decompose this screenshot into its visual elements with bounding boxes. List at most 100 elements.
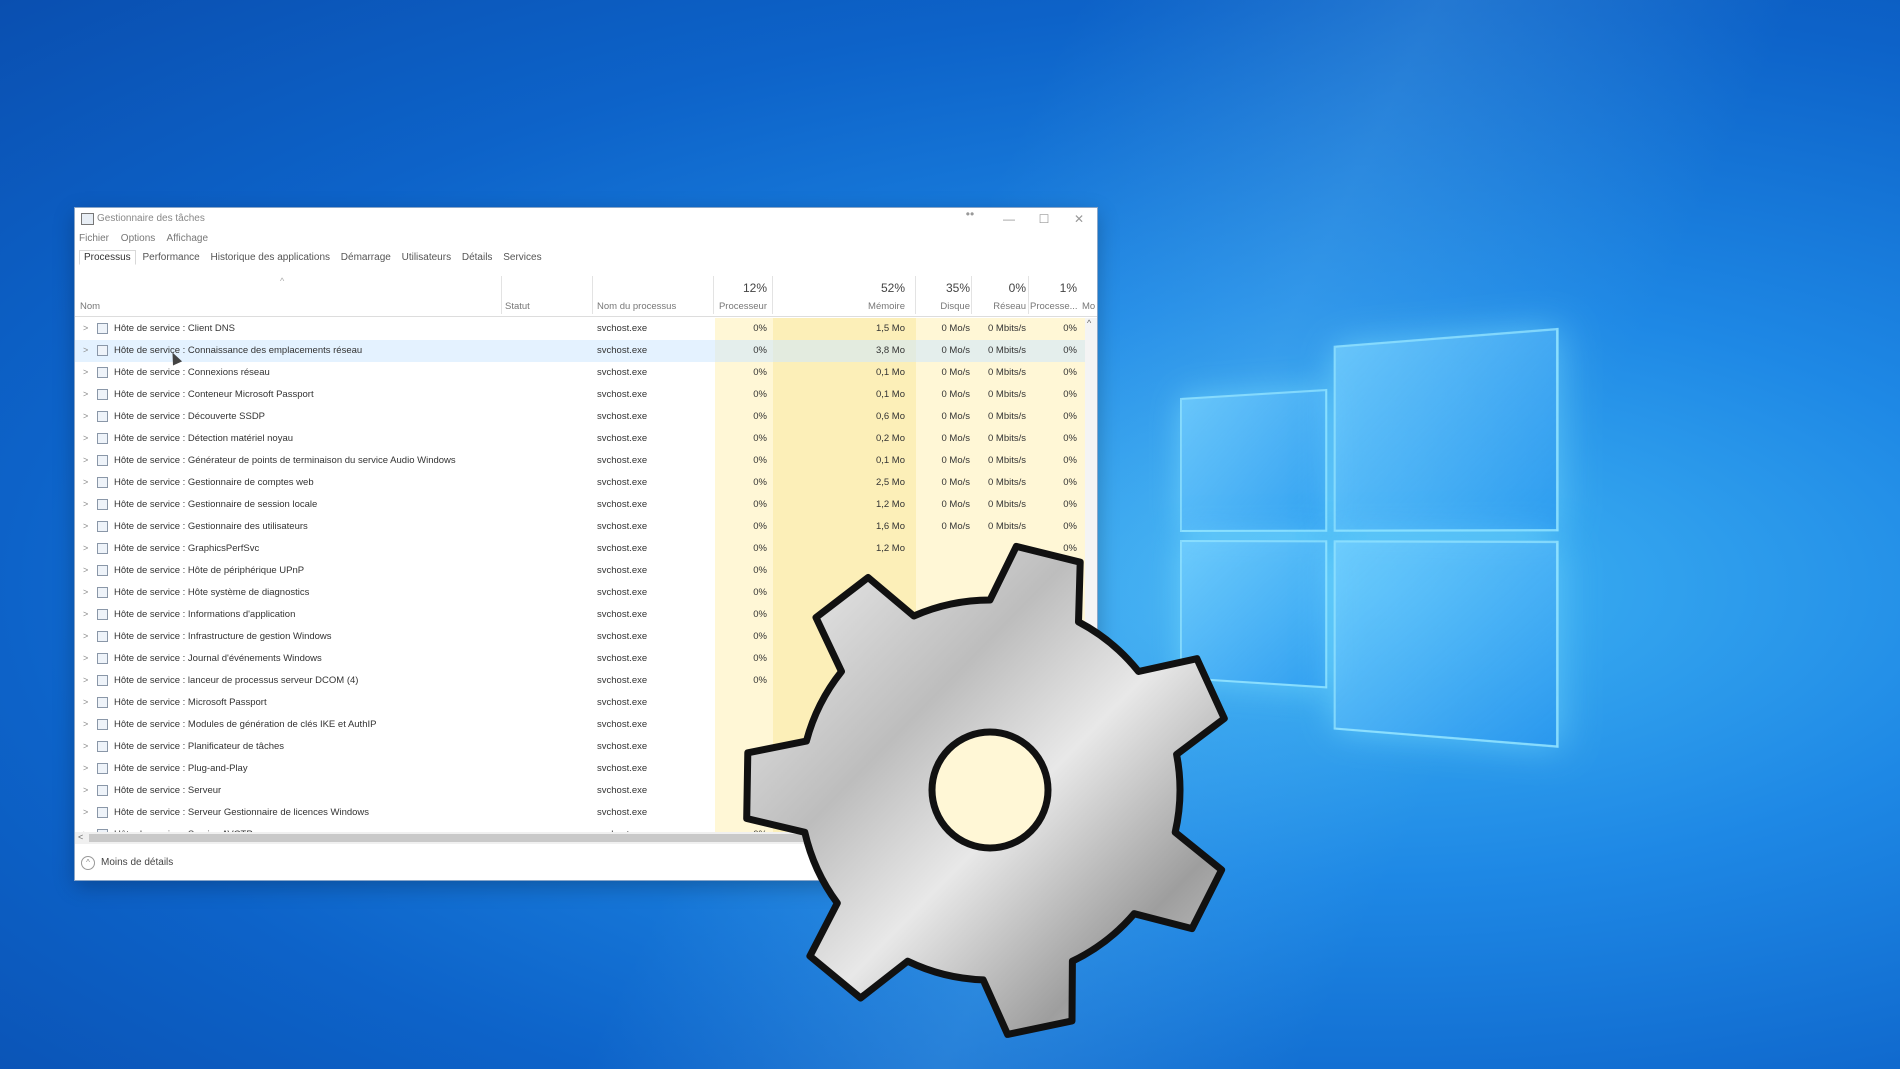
row-memory: 2,5 Mo: [773, 477, 905, 488]
row-name: Hôte de service : Connexions réseau: [114, 367, 270, 378]
minimize-button[interactable]: —: [992, 210, 1026, 228]
service-icon: [97, 719, 108, 730]
menu-fichier[interactable]: Fichier: [79, 233, 109, 244]
chevron-right-icon[interactable]: >: [83, 719, 88, 729]
col-disk[interactable]: Disque: [916, 301, 970, 312]
col-network[interactable]: Réseau: [972, 301, 1026, 312]
chevron-right-icon[interactable]: >: [83, 763, 88, 773]
row-process-name: svchost.exe: [597, 521, 647, 532]
col-gpu[interactable]: Processe...: [1030, 301, 1077, 312]
less-details-link[interactable]: Moins de détails: [101, 857, 173, 868]
row-name: Hôte de service : Hôte système de diagno…: [114, 587, 309, 598]
row-process-name: svchost.exe: [597, 477, 647, 488]
chevron-right-icon[interactable]: >: [83, 609, 88, 619]
service-icon: [97, 785, 108, 796]
logo-pane: [1334, 328, 1559, 532]
logo-pane: [1180, 389, 1327, 532]
chevron-right-icon[interactable]: >: [83, 807, 88, 817]
chevron-right-icon[interactable]: >: [83, 411, 88, 421]
service-icon: [97, 477, 108, 488]
col-process-name[interactable]: Nom du processus: [597, 301, 676, 312]
scroll-up-icon[interactable]: ^: [1087, 318, 1091, 328]
chevron-right-icon[interactable]: >: [83, 587, 88, 597]
service-icon: [97, 543, 108, 554]
service-icon: [97, 807, 108, 818]
column-separator[interactable]: [713, 276, 714, 314]
row-memory: 0,2 Mo: [773, 433, 905, 444]
menu-options[interactable]: Options: [121, 233, 155, 244]
col-more[interactable]: Mo: [1082, 301, 1095, 312]
scroll-left-icon[interactable]: <: [78, 832, 83, 842]
row-name: Hôte de service : Infrastructure de gest…: [114, 631, 332, 642]
chevron-right-icon[interactable]: >: [83, 477, 88, 487]
chevron-right-icon[interactable]: >: [83, 741, 88, 751]
row-disk: 0 Mo/s: [916, 389, 970, 400]
table-row[interactable]: > Hôte de service : Gestionnaire de sessi…: [75, 494, 1085, 516]
chevron-right-icon[interactable]: >: [83, 785, 88, 795]
chevron-up-icon[interactable]: ^: [81, 856, 95, 870]
tab-utilisateurs[interactable]: Utilisateurs: [398, 251, 455, 265]
table-row[interactable]: > Hôte de service : Gestionnaire de compt…: [75, 472, 1085, 494]
chevron-right-icon[interactable]: >: [83, 675, 88, 685]
service-icon: [97, 521, 108, 532]
row-cpu: 0%: [715, 323, 767, 334]
tab-processus[interactable]: Processus: [79, 250, 136, 265]
chevron-right-icon[interactable]: >: [83, 433, 88, 443]
chevron-right-icon[interactable]: >: [83, 389, 88, 399]
row-process-name: svchost.exe: [597, 609, 647, 620]
chevron-right-icon[interactable]: >: [83, 565, 88, 575]
row-process-name: svchost.exe: [597, 719, 647, 730]
service-icon: [97, 565, 108, 576]
tab-details[interactable]: Détails: [458, 251, 497, 265]
table-row[interactable]: > Hôte de service : Générateur de points …: [75, 450, 1085, 472]
gear-hole: [932, 732, 1048, 848]
column-separator[interactable]: [501, 276, 502, 314]
chevron-right-icon[interactable]: >: [83, 455, 88, 465]
chevron-right-icon[interactable]: >: [83, 631, 88, 641]
table-row[interactable]: > Hôte de service : Découverte SSDP svchos…: [75, 406, 1085, 428]
close-button[interactable]: ✕: [1062, 210, 1096, 228]
row-name: Hôte de service : Planificateur de tâche…: [114, 741, 284, 752]
row-name: Hôte de service : lanceur de processus s…: [114, 675, 358, 686]
chevron-right-icon[interactable]: >: [83, 323, 88, 333]
row-name: Hôte de service : Microsoft Passport: [114, 697, 267, 708]
menu-affichage[interactable]: Affichage: [167, 233, 209, 244]
row-process-name: svchost.exe: [597, 653, 647, 664]
table-row[interactable]: > Hôte de service : Client DNS svchost.exe…: [75, 318, 1085, 340]
maximize-button[interactable]: ☐: [1027, 210, 1061, 228]
col-memory[interactable]: Mémoire: [773, 301, 905, 312]
chevron-right-icon[interactable]: >: [83, 653, 88, 663]
row-network: 0 Mbits/s: [972, 411, 1026, 422]
table-row[interactable]: > Hôte de service : Conteneur Microsoft P…: [75, 384, 1085, 406]
table-row[interactable]: > Hôte de service : Connaissance des empl…: [75, 340, 1085, 362]
row-memory: 3,8 Mo: [773, 345, 905, 356]
row-process-name: svchost.exe: [597, 367, 647, 378]
row-disk: 0 Mo/s: [916, 499, 970, 510]
row-disk: 0 Mo/s: [916, 411, 970, 422]
col-status[interactable]: Statut: [505, 301, 530, 312]
chevron-right-icon[interactable]: >: [83, 499, 88, 509]
chevron-right-icon[interactable]: >: [83, 697, 88, 707]
col-cpu[interactable]: Processeur: [715, 301, 767, 312]
table-row[interactable]: > Hôte de service : Détection matériel no…: [75, 428, 1085, 450]
chevron-right-icon[interactable]: >: [83, 543, 88, 553]
row-name: Hôte de service : Gestionnaire des utili…: [114, 521, 308, 532]
chevron-right-icon[interactable]: >: [83, 345, 88, 355]
tab-performance[interactable]: Performance: [138, 251, 203, 265]
row-network: 0 Mbits/s: [972, 521, 1026, 532]
table-row[interactable]: > Hôte de service : Connexions réseau svch…: [75, 362, 1085, 384]
chevron-right-icon[interactable]: >: [83, 367, 88, 377]
tab-demarrage[interactable]: Démarrage: [337, 251, 395, 265]
tab-historique[interactable]: Historique des applications: [207, 251, 335, 265]
column-separator[interactable]: [1028, 276, 1029, 314]
tab-services[interactable]: Services: [499, 251, 545, 265]
column-separator[interactable]: [592, 276, 593, 314]
row-name: Hôte de service : Gestionnaire de sessio…: [114, 499, 317, 510]
col-name[interactable]: Nom: [80, 301, 100, 312]
row-memory: 1,2 Mo: [773, 499, 905, 510]
row-network: 0 Mbits/s: [972, 477, 1026, 488]
row-name: Hôte de service : Serveur: [114, 785, 221, 796]
chevron-up-icon[interactable]: ^: [280, 276, 284, 286]
title-bar[interactable]: Gestionnaire des tâches •• — ☐ ✕: [75, 208, 1097, 230]
chevron-right-icon[interactable]: >: [83, 521, 88, 531]
